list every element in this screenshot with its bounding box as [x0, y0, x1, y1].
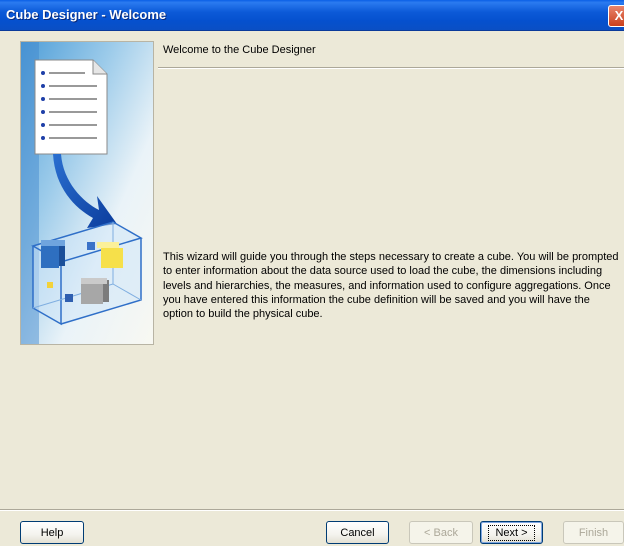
help-button[interactable]: Help	[20, 521, 84, 544]
next-button-label: Next >	[488, 524, 535, 541]
close-icon: X	[614, 8, 624, 23]
document-icon	[34, 59, 108, 155]
window-title: Cube Designer - Welcome	[6, 7, 167, 22]
cancel-button[interactable]: Cancel	[326, 521, 389, 544]
wizard-illustration	[20, 41, 154, 345]
heading-divider	[158, 67, 624, 69]
illustration-graphic	[21, 42, 153, 344]
close-button[interactable]: X	[608, 5, 624, 27]
next-button[interactable]: Next >	[480, 521, 543, 544]
back-button[interactable]: < Back	[409, 521, 473, 544]
finish-button[interactable]: Finish	[563, 521, 624, 544]
page-heading: Welcome to the Cube Designer	[163, 44, 316, 56]
wizard-description: This wizard will guide you through the s…	[163, 251, 619, 321]
title-bar: Cube Designer - Welcome X	[0, 0, 624, 31]
footer-divider	[0, 509, 624, 511]
